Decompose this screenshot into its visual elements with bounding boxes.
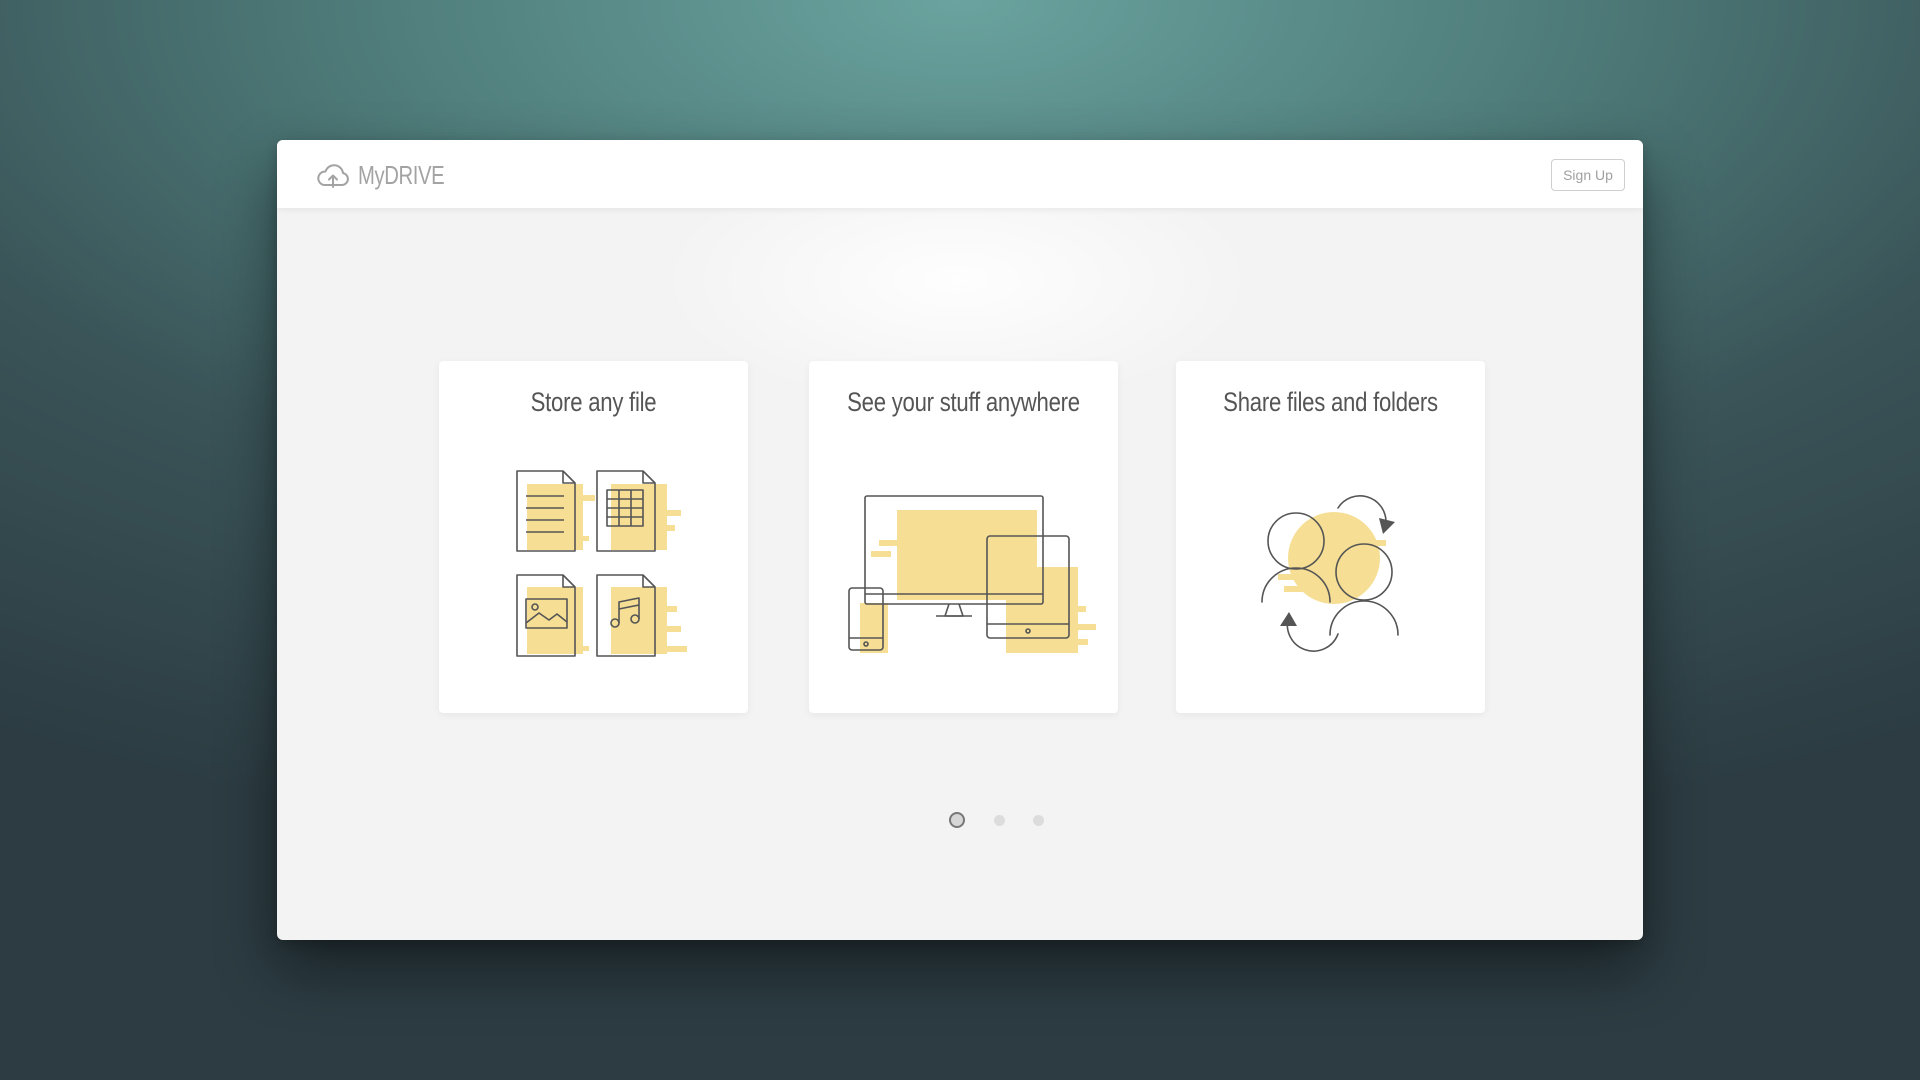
top-bar: MyDRIVE Sign Up <box>277 140 1643 208</box>
pagination-dot-3[interactable] <box>1033 815 1044 826</box>
pagination-dot-1[interactable] <box>949 812 965 828</box>
card-title: Share files and folders <box>1223 387 1438 417</box>
brand-name: MyDRIVE <box>358 160 445 190</box>
share-people-illustration <box>1261 495 1399 652</box>
file-types-illustration <box>516 470 687 657</box>
feature-card-store[interactable]: Store any file <box>439 361 748 713</box>
pagination-dots <box>949 811 1069 831</box>
devices-illustration <box>848 495 1096 653</box>
sign-up-button[interactable]: Sign Up <box>1551 159 1625 191</box>
feature-card-devices[interactable]: See your stuff anywhere <box>809 361 1118 713</box>
cloud-upload-icon <box>317 163 349 188</box>
pagination-dot-2[interactable] <box>994 815 1005 826</box>
card-title: Store any file <box>530 387 657 417</box>
brand-logo[interactable]: MyDRIVE <box>315 160 469 191</box>
app-window: MyDRIVE Sign Up Store any file See your … <box>277 140 1643 940</box>
card-title: See your stuff anywhere <box>847 387 1080 417</box>
feature-card-share[interactable]: Share files and folders <box>1176 361 1485 713</box>
